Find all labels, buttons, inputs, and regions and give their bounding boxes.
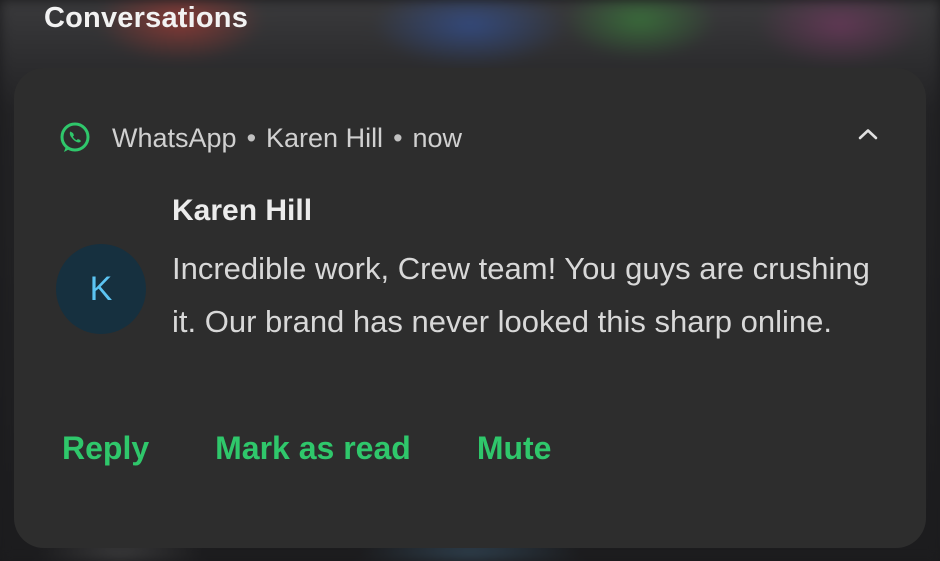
notification-card[interactable]: WhatsApp • Karen Hill • now K Karen Hill… — [14, 68, 926, 548]
header-separator: • — [246, 122, 257, 153]
collapse-button[interactable] — [854, 120, 882, 148]
header-separator: • — [393, 122, 403, 153]
section-title: Conversations — [44, 2, 249, 34]
avatar: K — [56, 244, 146, 334]
conversation-name: Karen Hill — [266, 122, 384, 153]
notification-actions: Reply Mark as read Mute — [62, 430, 551, 467]
sender-name: Karen Hill — [172, 194, 313, 227]
reply-button[interactable]: Reply — [62, 430, 149, 467]
app-name: WhatsApp — [112, 122, 237, 153]
mark-as-read-button[interactable]: Mark as read — [215, 430, 411, 467]
chevron-up-icon — [858, 129, 878, 140]
mute-button[interactable]: Mute — [477, 430, 552, 467]
message-text: Incredible work, Crew team! You guys are… — [172, 251, 870, 339]
notification-header: WhatsApp • Karen Hill • now — [58, 120, 462, 156]
avatar-initial: K — [89, 269, 113, 308]
whatsapp-icon — [58, 121, 92, 155]
notification-time: now — [412, 122, 463, 153]
